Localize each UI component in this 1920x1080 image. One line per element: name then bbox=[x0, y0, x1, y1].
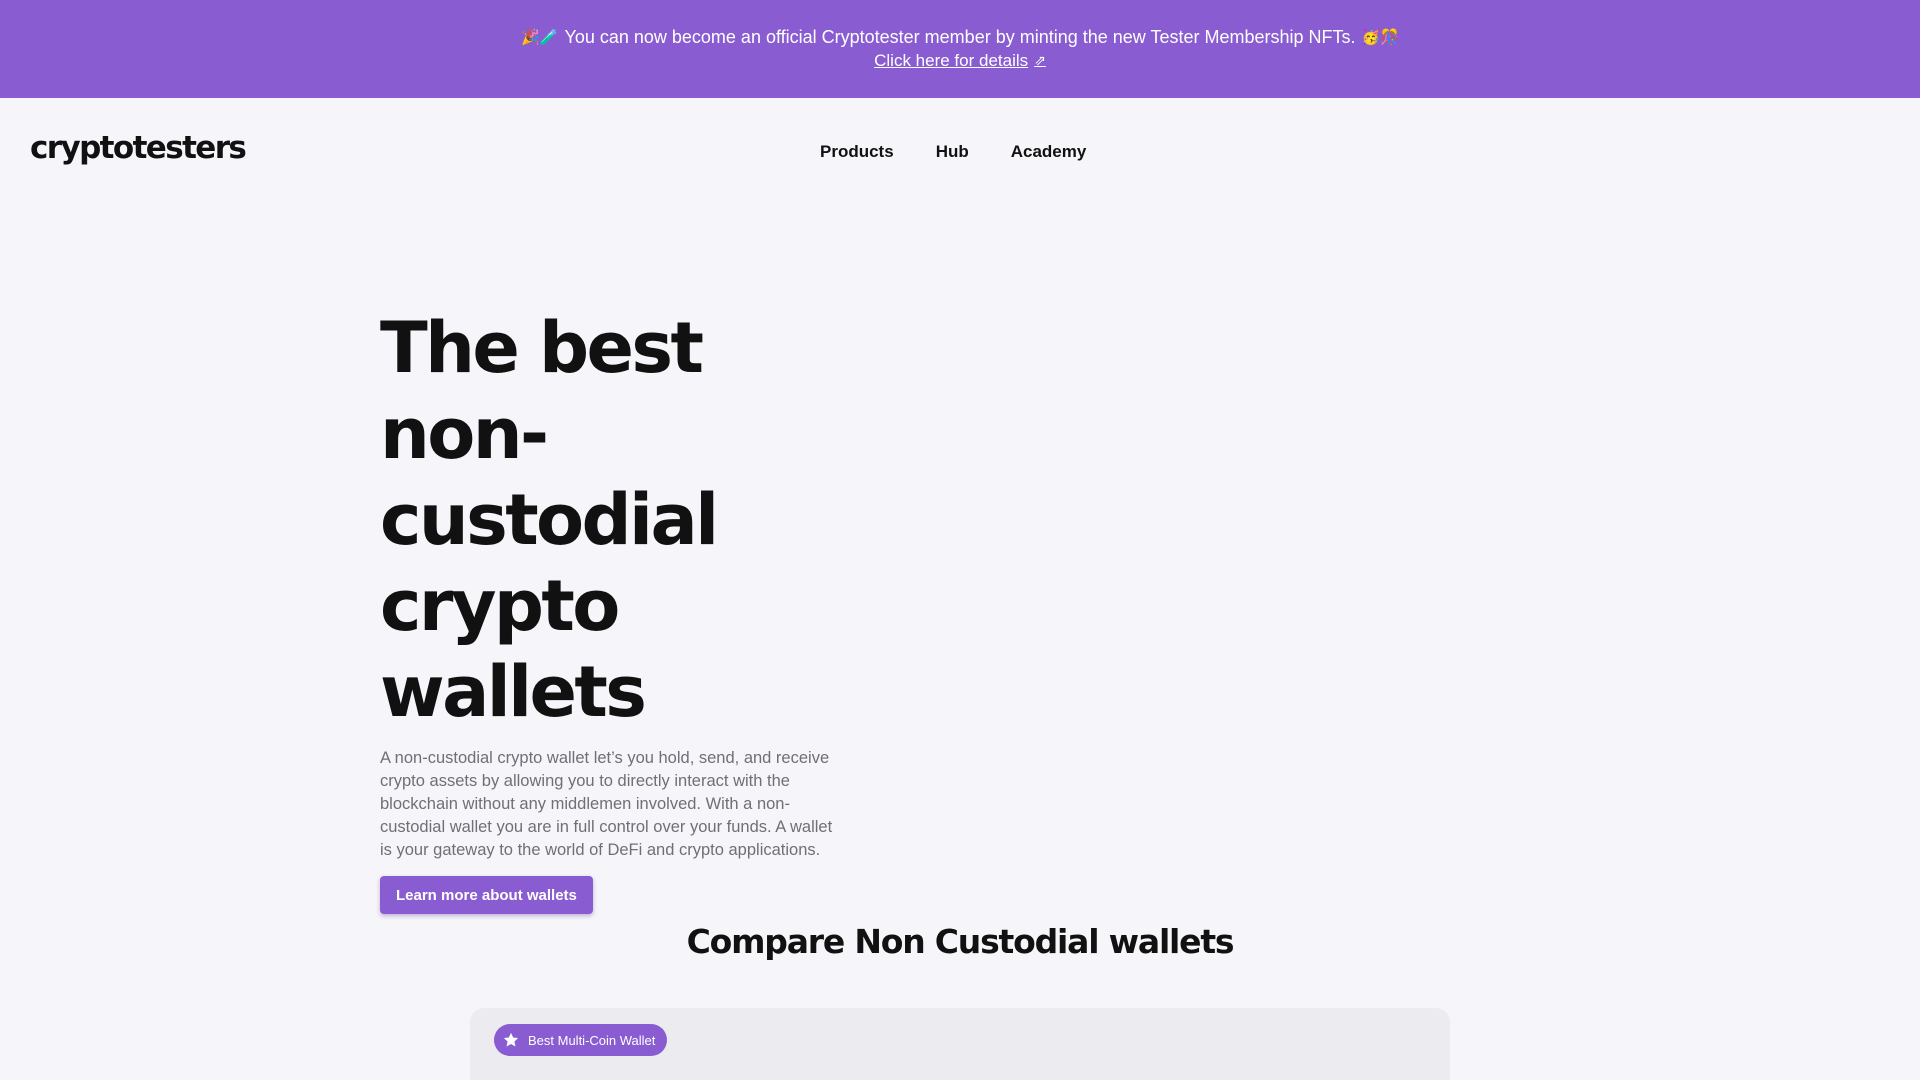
compare-section-title: Compare Non Custodial wallets bbox=[686, 922, 1235, 961]
learn-more-button[interactable]: Learn more about wallets bbox=[380, 876, 593, 914]
nav-item-hub[interactable]: Hub bbox=[936, 142, 969, 162]
announcement-banner: 🎉🧪 You can now become an official Crypto… bbox=[0, 0, 1920, 98]
badge-label: Best Multi-Coin Wallet bbox=[528, 1032, 656, 1048]
nav-item-products[interactable]: Products bbox=[820, 142, 894, 162]
hero-title-line: The best non- bbox=[380, 307, 704, 475]
details-link[interactable]: Click here for details ⇗ bbox=[874, 49, 1046, 73]
best-multi-coin-badge: Best Multi-Coin Wallet bbox=[494, 1024, 668, 1056]
top-navigation: cryptotesters Products Hub Academy bbox=[0, 98, 1920, 208]
announcement-message-row: 🎉🧪 You can now become an official Crypto… bbox=[521, 25, 1399, 49]
logo[interactable]: cryptotesters bbox=[30, 130, 247, 166]
celebration-emoji-icon: 🥳🎊 bbox=[1361, 28, 1399, 46]
hero-title: The best non- custodial crypto wallets bbox=[380, 305, 850, 735]
hero-description: A non-custodial crypto wallet let’s you … bbox=[380, 749, 833, 859]
nav-item-academy[interactable]: Academy bbox=[1011, 142, 1087, 162]
external-link-icon: ⇗ bbox=[1034, 53, 1046, 69]
party-emoji-icon: 🎉🧪 bbox=[521, 28, 559, 46]
details-link-label: Click here for details bbox=[874, 51, 1029, 70]
hero-section: The best non- custodial crypto wallets A… bbox=[380, 305, 850, 914]
star-icon bbox=[502, 1031, 520, 1049]
announcement-text: You can now become an official Cryptotes… bbox=[564, 27, 1356, 47]
main-menu: Products Hub Academy bbox=[820, 142, 1086, 162]
hero-title-line: crypto wallets bbox=[380, 565, 647, 733]
hero-title-line: custodial bbox=[380, 479, 719, 561]
wallet-card[interactable]: Best Multi-Coin Wallet bbox=[470, 1008, 1450, 1080]
